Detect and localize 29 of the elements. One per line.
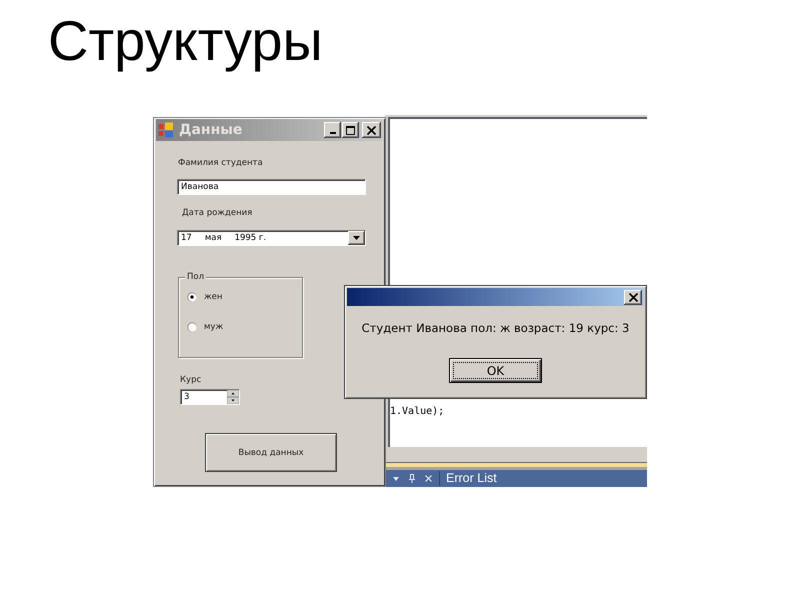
caret-icon[interactable] [393,476,399,480]
radio-icon[interactable] [187,292,197,302]
maximize-icon [346,126,355,134]
field-label: Курс [180,374,202,386]
panel-tab[interactable]: Error List [446,470,497,487]
close-icon [628,292,638,302]
ok-button[interactable]: OK [449,358,542,383]
dropdown-button[interactable] [348,231,365,245]
message-text: Студент Иванова пол: ж возраст: 19 курс: 3 [360,321,630,335]
radio-option[interactable]: жен [187,291,302,303]
text-field[interactable]: Иванова [177,179,366,195]
radio-icon[interactable] [187,322,197,332]
submit-button[interactable]: Вывод данных [205,433,337,472]
application-icon [158,122,174,138]
close-button[interactable] [624,290,642,304]
radio-option[interactable]: муж [187,321,302,333]
pin-icon[interactable] [409,474,415,483]
window-title: Данные [179,121,242,139]
close-icon [367,126,376,134]
close-icon[interactable] [425,475,432,482]
caret-icon [353,236,360,240]
date-picker[interactable]: 17 мая 1995 г. [177,230,366,246]
slide-title: Структуры [47,8,324,73]
code-line: 1.Value); [390,406,444,418]
field-label: Дата рождения [182,207,252,219]
field-label: Фамилия студента [178,157,263,169]
number-field[interactable]: 3 [180,389,240,405]
minimize-icon [330,132,336,134]
spin-arrows-icon[interactable] [227,390,239,404]
